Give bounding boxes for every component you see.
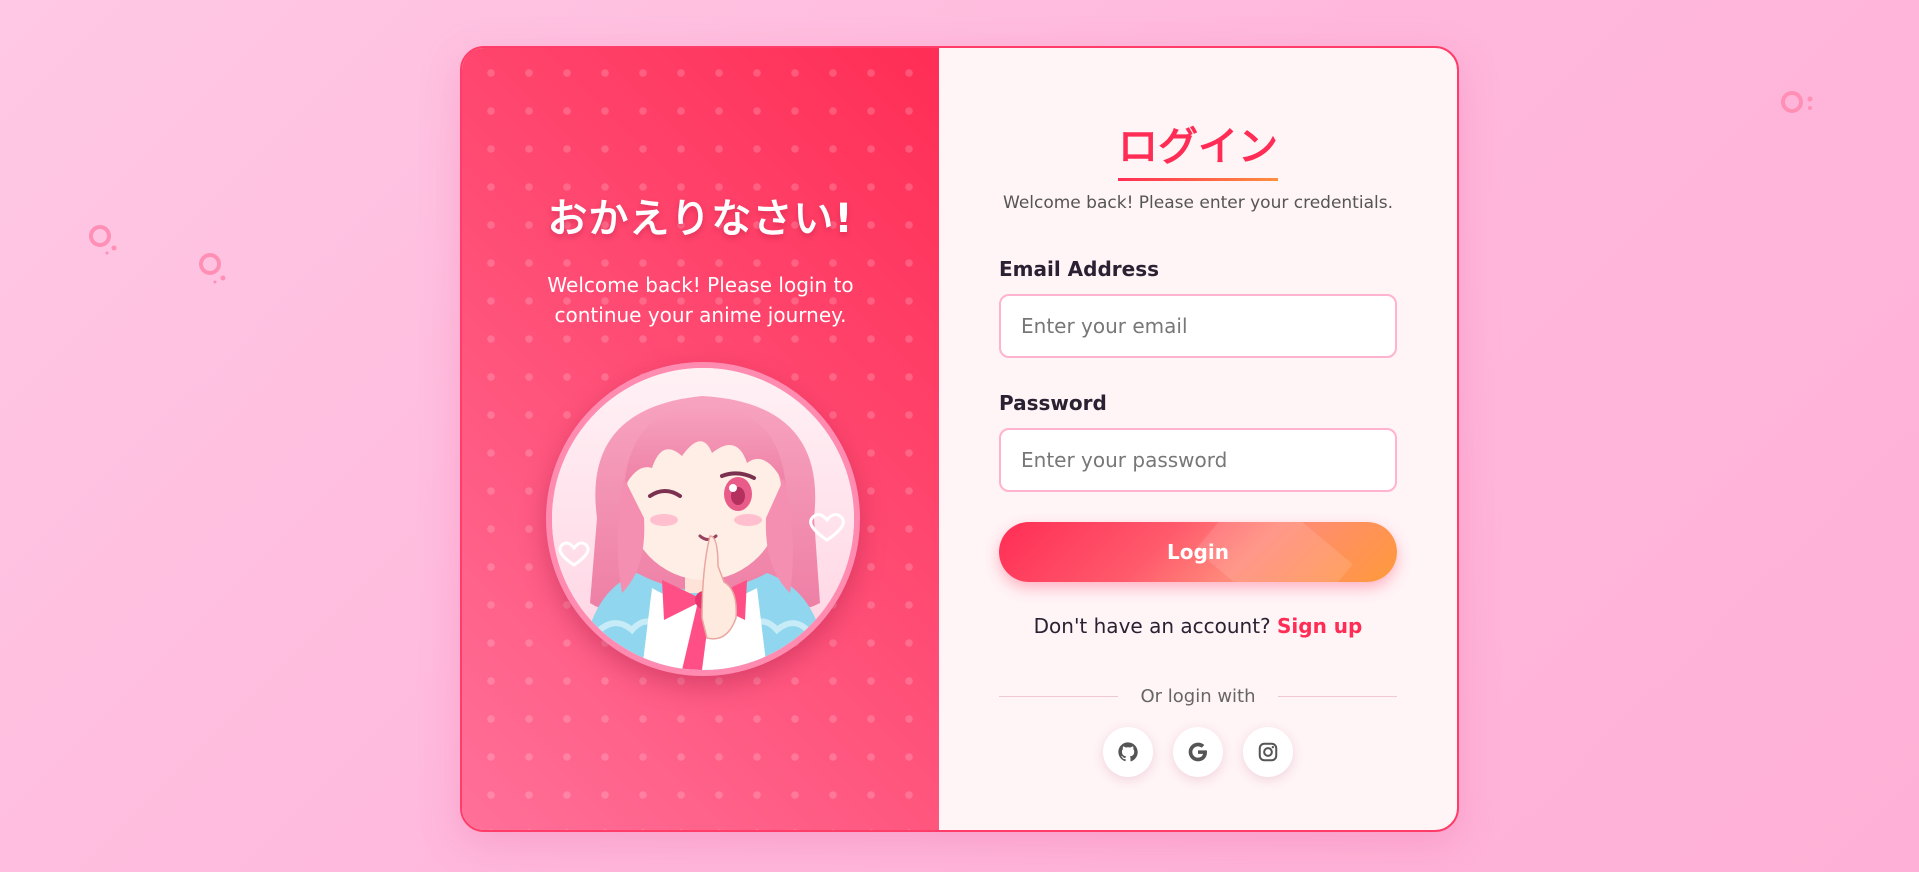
divider-text: Or login with [1140, 686, 1256, 707]
login-button[interactable]: Login [999, 522, 1397, 582]
password-field[interactable] [999, 428, 1397, 492]
email-label: Email Address [999, 257, 1160, 281]
instagram-login-button[interactable] [1243, 727, 1293, 777]
bubble-decoration [199, 253, 226, 284]
avatar [546, 362, 860, 676]
social-login-buttons [999, 727, 1397, 777]
login-card: おかえりなさい! Welcome back! Please login to c… [460, 46, 1459, 832]
email-field[interactable] [999, 294, 1397, 358]
github-icon [1118, 742, 1138, 762]
divider-line-right [1277, 696, 1397, 697]
login-title: ログイン [1118, 124, 1278, 170]
login-subtitle: Welcome back! Please enter your credenti… [1003, 193, 1393, 213]
signup-link[interactable]: Sign up [1277, 614, 1362, 638]
welcome-message: Welcome back! Please login to continue y… [547, 273, 854, 327]
github-login-button[interactable] [1103, 727, 1153, 777]
google-icon [1188, 742, 1207, 762]
bubble-decoration [89, 225, 117, 255]
signup-prompt-text: Don't have an account? [1033, 614, 1271, 638]
signup-prompt: Don't have an account? Sign up [999, 614, 1397, 638]
login-button-label: Login [1167, 540, 1229, 564]
password-label: Password [999, 391, 1107, 415]
login-form-panel: ログイン Welcome back! Please enter your cre… [939, 48, 1457, 830]
welcome-panel: おかえりなさい! Welcome back! Please login to c… [462, 48, 939, 830]
bubble-decoration [1781, 91, 1813, 113]
google-login-button[interactable] [1173, 727, 1223, 777]
anime-girl-avatar-icon [552, 368, 854, 670]
social-divider: Or login with [999, 686, 1397, 707]
welcome-heading: おかえりなさい! [547, 196, 854, 242]
instagram-icon [1258, 742, 1278, 762]
title-underline [1118, 178, 1278, 181]
divider-line-left [999, 696, 1119, 697]
